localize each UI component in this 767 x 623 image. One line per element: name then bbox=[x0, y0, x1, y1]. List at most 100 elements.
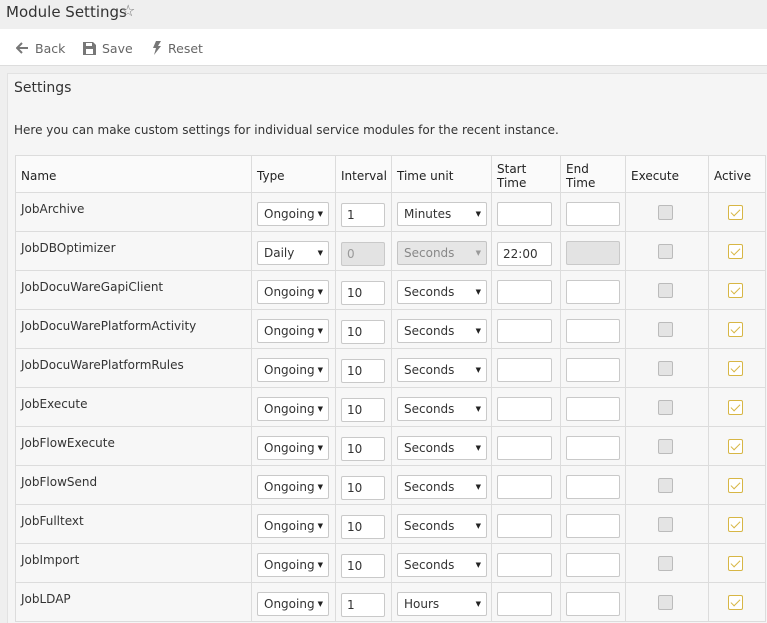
active-checkbox[interactable] bbox=[728, 555, 743, 571]
active-checkbox[interactable] bbox=[728, 282, 743, 298]
panel-description: Here you can make custom settings for in… bbox=[14, 123, 559, 137]
column-header-start-time[interactable]: Start Time bbox=[491, 155, 561, 193]
table-row: JobFlowSendOngoing 10 Seconds bbox=[15, 465, 766, 505]
column-header-time-unit[interactable]: Time unit bbox=[391, 155, 492, 193]
star-icon[interactable]: ☆ bbox=[121, 1, 135, 20]
execute-checkbox[interactable] bbox=[658, 477, 673, 493]
end-time-input[interactable] bbox=[566, 591, 620, 616]
time-unit-select[interactable]: Seconds bbox=[397, 552, 487, 577]
table-row: JobDocuWareGapiClientOngoing 10 Seconds bbox=[15, 270, 766, 310]
execute-checkbox[interactable] bbox=[658, 360, 673, 376]
reset-button[interactable]: Reset bbox=[152, 39, 203, 57]
type-select[interactable]: Ongoing bbox=[257, 435, 329, 460]
table-row: JobArchiveOngoing 1 Minutes bbox=[15, 192, 766, 232]
active-checkbox[interactable] bbox=[728, 438, 743, 454]
interval-input[interactable]: 10 bbox=[341, 320, 385, 344]
interval-input[interactable]: 10 bbox=[341, 359, 385, 383]
active-checkbox[interactable] bbox=[728, 594, 743, 610]
table-row: JobFulltextOngoing 10 Seconds bbox=[15, 504, 766, 544]
execute-checkbox[interactable] bbox=[658, 594, 673, 610]
interval-input[interactable]: 10 bbox=[341, 515, 385, 539]
type-select[interactable]: Ongoing bbox=[257, 513, 329, 538]
start-time-input[interactable] bbox=[497, 279, 552, 304]
type-select[interactable]: Ongoing bbox=[257, 591, 329, 616]
start-time-input[interactable]: 22:00 bbox=[497, 242, 552, 266]
start-time-input[interactable] bbox=[497, 435, 552, 460]
module-name: JobFlowExecute bbox=[15, 426, 252, 466]
time-unit-select[interactable]: Seconds bbox=[397, 318, 487, 343]
save-button[interactable]: Save bbox=[83, 39, 133, 57]
reset-label: Reset bbox=[168, 40, 203, 56]
active-checkbox[interactable] bbox=[728, 477, 743, 493]
end-time-input[interactable] bbox=[566, 279, 620, 304]
end-time-input[interactable] bbox=[566, 318, 620, 343]
active-checkbox[interactable] bbox=[728, 516, 743, 532]
arrow-left-icon bbox=[16, 42, 28, 54]
type-select[interactable]: Ongoing bbox=[257, 279, 329, 304]
type-select[interactable]: Ongoing bbox=[257, 396, 329, 421]
active-checkbox[interactable] bbox=[728, 399, 743, 415]
type-select[interactable]: Ongoing bbox=[257, 552, 329, 577]
column-header-name[interactable]: Name bbox=[15, 155, 252, 193]
time-unit-select[interactable]: Seconds bbox=[397, 279, 487, 304]
type-select[interactable]: Ongoing bbox=[257, 474, 329, 499]
interval-input[interactable]: 10 bbox=[341, 476, 385, 500]
module-name: JobImport bbox=[15, 543, 252, 583]
end-time-input[interactable] bbox=[566, 474, 620, 499]
table-header-row: Name Type Interval Time unit Start Time … bbox=[15, 155, 766, 193]
time-unit-select[interactable]: Hours bbox=[397, 591, 487, 616]
end-time-input[interactable] bbox=[566, 552, 620, 577]
start-time-input[interactable] bbox=[497, 474, 552, 499]
end-time-input[interactable] bbox=[566, 357, 620, 382]
time-unit-select[interactable]: Seconds bbox=[397, 513, 487, 538]
module-name: JobExecute bbox=[15, 387, 252, 427]
back-button[interactable]: Back bbox=[16, 39, 65, 57]
interval-input[interactable]: 1 bbox=[341, 203, 385, 227]
start-time-input[interactable] bbox=[497, 201, 552, 226]
title-bar: Module Settings ☆ bbox=[0, 0, 767, 29]
column-header-type[interactable]: Type bbox=[251, 155, 336, 193]
start-time-input[interactable] bbox=[497, 357, 552, 382]
start-time-input[interactable] bbox=[497, 552, 552, 577]
execute-checkbox[interactable] bbox=[658, 282, 673, 298]
start-time-input[interactable] bbox=[497, 513, 552, 538]
execute-checkbox[interactable] bbox=[658, 516, 673, 532]
type-select[interactable]: Ongoing bbox=[257, 357, 329, 382]
interval-input[interactable]: 10 bbox=[341, 398, 385, 422]
execute-checkbox[interactable] bbox=[658, 204, 673, 220]
execute-checkbox[interactable] bbox=[658, 399, 673, 415]
column-header-end-time[interactable]: End Time bbox=[560, 155, 626, 193]
interval-input[interactable]: 10 bbox=[341, 554, 385, 578]
execute-checkbox[interactable] bbox=[658, 555, 673, 571]
end-time-input[interactable] bbox=[566, 201, 620, 226]
execute-checkbox[interactable] bbox=[658, 438, 673, 454]
time-unit-select[interactable]: Minutes bbox=[397, 201, 487, 226]
active-checkbox[interactable] bbox=[728, 321, 743, 337]
interval-input[interactable]: 10 bbox=[341, 281, 385, 305]
column-header-active[interactable]: Active bbox=[708, 155, 766, 193]
end-time-input[interactable] bbox=[566, 435, 620, 460]
end-time-input[interactable] bbox=[566, 396, 620, 421]
start-time-input[interactable] bbox=[497, 318, 552, 343]
column-header-interval[interactable]: Interval bbox=[335, 155, 392, 193]
active-checkbox[interactable] bbox=[728, 360, 743, 376]
type-select[interactable]: Ongoing bbox=[257, 318, 329, 343]
time-unit-select[interactable]: Seconds bbox=[397, 474, 487, 499]
type-select[interactable]: Daily bbox=[257, 240, 329, 265]
active-checkbox[interactable] bbox=[728, 204, 743, 220]
execute-checkbox[interactable] bbox=[658, 243, 673, 259]
module-name: JobLDAP bbox=[15, 582, 252, 622]
end-time-input[interactable] bbox=[566, 513, 620, 538]
panel-title: Settings bbox=[14, 80, 72, 96]
execute-checkbox[interactable] bbox=[658, 321, 673, 337]
time-unit-select[interactable]: Seconds bbox=[397, 357, 487, 382]
interval-input[interactable]: 1 bbox=[341, 593, 385, 617]
time-unit-select[interactable]: Seconds bbox=[397, 435, 487, 460]
time-unit-select[interactable]: Seconds bbox=[397, 396, 487, 421]
active-checkbox[interactable] bbox=[728, 243, 743, 259]
start-time-input[interactable] bbox=[497, 396, 552, 421]
column-header-execute[interactable]: Execute bbox=[625, 155, 709, 193]
type-select[interactable]: Ongoing bbox=[257, 201, 329, 226]
interval-input[interactable]: 10 bbox=[341, 437, 385, 461]
start-time-input[interactable] bbox=[497, 591, 552, 616]
